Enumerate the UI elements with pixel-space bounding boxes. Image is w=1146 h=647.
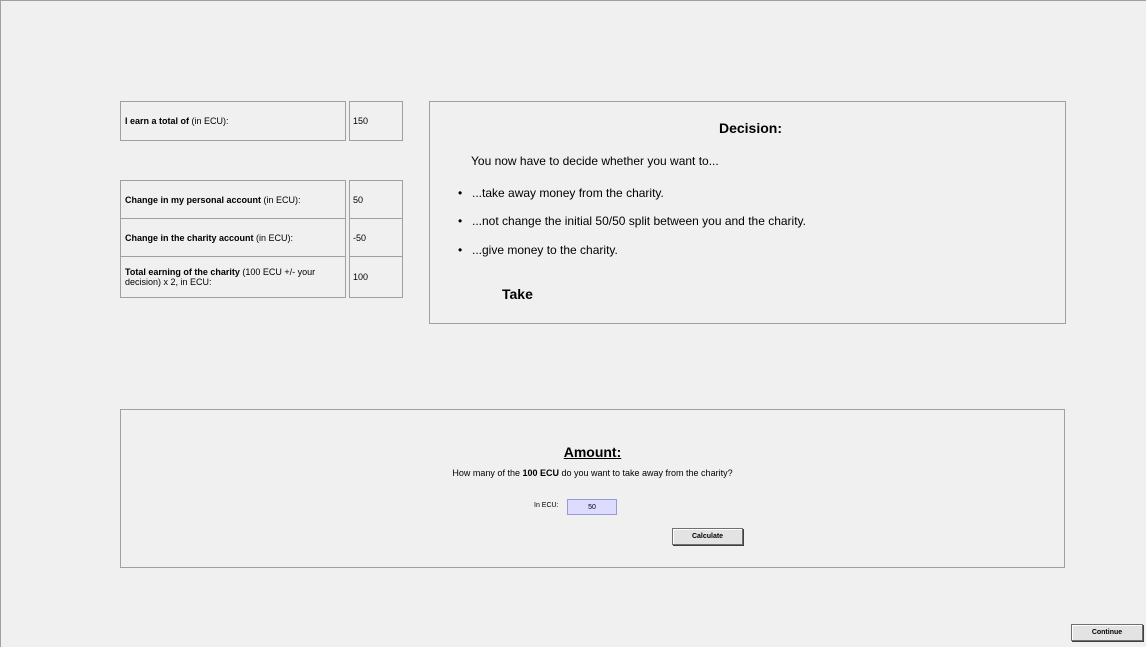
decision-title: Decision: [718,120,782,136]
option-give: • ...give money to the charity. [458,243,618,257]
amount-question: How many of the 100 ECU do you want to t… [452,468,733,478]
total-earning-value: 150 [349,101,403,141]
option-no-change: • ...not change the initial 50/50 split b… [458,214,806,228]
charity-total-earning-value: 100 [349,256,403,298]
earnings-summary-table: I earn a total of (in ECU): 150 Change i… [120,101,404,298]
ecu-input-label: In ECU: [534,502,559,509]
amount-title: Amount: [563,444,622,460]
amount-panel: Amount: How many of the 100 ECU do you w… [120,409,1065,568]
continue-button[interactable]: Continue [1071,624,1143,641]
charity-total-earning-label: Total earning of the charity (100 ECU +/… [120,256,346,298]
calculate-button[interactable]: Calculate [672,528,743,545]
ecu-amount-input[interactable] [567,499,617,515]
decision-intro: You now have to decide whether you want … [471,154,719,168]
decision-panel: Decision: You now have to decide whether… [429,101,1066,324]
table-row: I earn a total of (in ECU): 150 [120,101,404,141]
bullet: • [458,186,463,200]
table-row: Change in my personal account (in ECU): … [120,141,404,219]
table-row: Total earning of the charity (100 ECU +/… [120,217,404,298]
bullet: • [458,243,463,257]
experiment-screen: I earn a total of (in ECU): 150 Change i… [0,0,1146,647]
bullet: • [458,214,463,228]
table-row: Change in the charity account (in ECU): … [120,179,404,258]
total-earning-label: I earn a total of (in ECU): [120,101,346,141]
option-take-away: • ...take away money from the charity. [458,186,664,200]
decision-choice: Take [502,286,533,302]
